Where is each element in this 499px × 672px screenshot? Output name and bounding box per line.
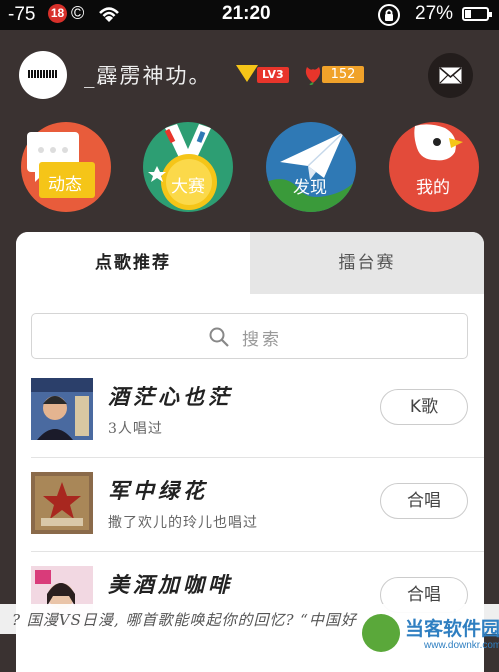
watermark-icon xyxy=(362,614,400,652)
search-input[interactable]: 搜索 xyxy=(31,313,468,359)
messages-button[interactable] xyxy=(428,53,473,98)
signal-strength: -75 xyxy=(8,4,36,25)
nav-label: 动态 xyxy=(48,175,82,195)
username[interactable]: _霹雳神功。 xyxy=(84,60,212,90)
search-placeholder: 搜索 xyxy=(242,330,282,350)
status-bar: -75 18 © 21:20 27% xyxy=(0,0,499,30)
album-cover xyxy=(31,472,93,534)
song-title: 军中绿花 xyxy=(108,478,208,503)
clock: 21:20 xyxy=(222,3,271,24)
nav-mine[interactable]: 我的 xyxy=(389,122,479,212)
copyright-icon: © xyxy=(71,3,85,23)
flower-count: 152 xyxy=(322,66,364,83)
ticker-text: ? 国漫VS日漫, 哪首歌能唤起你的回忆? “中国好 xyxy=(12,611,357,629)
avatar[interactable] xyxy=(19,51,67,99)
medal-icon xyxy=(148,124,217,210)
list-item[interactable]: 军中绿花 撒了欢儿的玲儿也唱过 合唱 xyxy=(16,472,484,572)
search-icon xyxy=(209,327,229,347)
paper-plane-icon xyxy=(266,131,356,212)
song-subtitle: 撒了欢儿的玲儿也唱过 xyxy=(108,515,258,531)
karaoke-button[interactable]: K歌 xyxy=(380,389,468,425)
watermark-url: www.downkr.com xyxy=(424,640,499,651)
song-title: 美酒加咖啡 xyxy=(108,572,233,597)
rotation-lock-icon xyxy=(377,3,401,33)
nav-contest[interactable]: 大赛 xyxy=(143,122,233,212)
nav-discover[interactable]: 发现 xyxy=(266,122,356,212)
envelope-icon xyxy=(439,67,462,84)
tab-arena[interactable]: 擂台赛 xyxy=(250,232,484,294)
flower-icon xyxy=(305,67,321,85)
battery-percent: 27% xyxy=(415,3,454,24)
nav-label: 我的 xyxy=(416,178,450,198)
list-item[interactable]: 酒茫心也茫 3人唱过 K歌 xyxy=(16,378,484,478)
main-navigation: 动态 大赛 发现 我的 xyxy=(0,120,499,257)
chorus-button[interactable]: 合唱 xyxy=(380,483,468,519)
battery-icon xyxy=(462,7,492,21)
song-subtitle: 3人唱过 xyxy=(108,421,163,437)
album-cover xyxy=(31,378,93,440)
nav-dynamic[interactable]: 动态 xyxy=(21,122,111,212)
wifi-icon xyxy=(96,4,122,30)
nav-label: 发现 xyxy=(293,178,327,198)
age-rating-badge: 18 xyxy=(48,4,67,23)
nav-label: 大赛 xyxy=(171,177,205,197)
bird-icon xyxy=(414,124,463,161)
level-label: LV3 xyxy=(257,67,289,83)
profile-header: _霹雳神功。 LV3 152 xyxy=(0,30,499,120)
watermark-name: 当客软件园 xyxy=(405,619,499,640)
tab-recommend[interactable]: 点歌推荐 xyxy=(16,232,250,294)
battery-fill xyxy=(465,10,471,18)
song-title: 酒茫心也茫 xyxy=(108,384,233,409)
crown-icon xyxy=(236,65,258,82)
